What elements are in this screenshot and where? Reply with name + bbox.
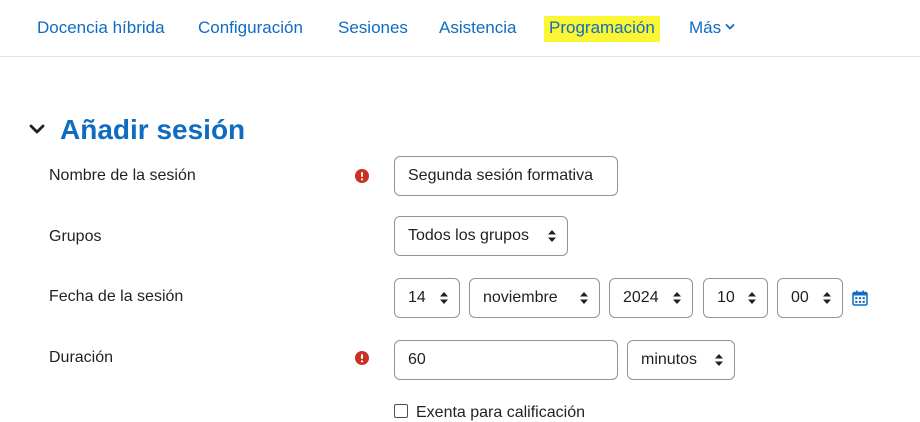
session-name-label: Nombre de la sesión	[49, 167, 196, 184]
required-icon	[355, 351, 369, 365]
duration-label: Duración	[49, 349, 114, 366]
duration-unit-value: minutos	[641, 351, 698, 368]
calendar-icon[interactable]	[852, 290, 868, 306]
minute-select-value: 00	[791, 289, 809, 306]
year-select-value: 2024	[623, 289, 659, 306]
required-icon	[355, 169, 369, 183]
nav-more-label: Más	[689, 18, 722, 37]
hour-select-value: 10	[717, 289, 735, 306]
minute-select[interactable]: 00	[777, 278, 843, 318]
sort-arrows-icon	[580, 292, 588, 304]
groups-select-value: Todos los grupos	[408, 227, 529, 244]
month-select[interactable]: noviembre	[469, 278, 600, 318]
nav-tab-programacion[interactable]: Programación	[544, 16, 660, 42]
sort-arrows-icon	[548, 230, 556, 242]
nav-more-menu[interactable]: Más	[689, 16, 735, 42]
nav-tab-configuracion[interactable]: Configuración	[198, 16, 303, 42]
exempt-grading-label: Exenta para calificación	[416, 404, 585, 421]
nav-tab-asistencia[interactable]: Asistencia	[439, 16, 516, 42]
sort-arrows-icon	[748, 292, 756, 304]
year-select[interactable]: 2024	[609, 278, 693, 318]
groups-select[interactable]: Todos los grupos	[394, 216, 568, 256]
day-select[interactable]: 14	[394, 278, 460, 318]
day-select-value: 14	[408, 289, 426, 306]
section-title: Añadir sesión	[60, 114, 246, 145]
hour-select[interactable]: 10	[703, 278, 768, 318]
nav-tab-docencia-hibrida[interactable]: Docencia híbrida	[37, 16, 165, 42]
secondary-navigation: Docencia híbrida Configuración Sesiones …	[0, 0, 920, 57]
duration-unit-select[interactable]: minutos	[627, 340, 735, 380]
nav-tab-sesiones[interactable]: Sesiones	[338, 16, 408, 42]
sort-arrows-icon	[823, 292, 831, 304]
sort-arrows-icon	[715, 354, 723, 366]
exempt-grading-checkbox[interactable]	[394, 404, 408, 418]
groups-label: Grupos	[49, 228, 102, 245]
sort-arrows-icon	[440, 292, 448, 304]
month-select-value: noviembre	[483, 289, 558, 306]
duration-input[interactable]: 60	[394, 340, 618, 380]
exempt-grading-option: Exenta para calificación	[394, 404, 585, 422]
session-date-label: Fecha de la sesión	[49, 288, 184, 305]
session-name-input[interactable]: Segunda sesión formativa	[394, 156, 618, 196]
chevron-down-icon[interactable]	[28, 120, 46, 138]
chevron-down-icon	[725, 24, 735, 30]
sort-arrows-icon	[673, 292, 681, 304]
